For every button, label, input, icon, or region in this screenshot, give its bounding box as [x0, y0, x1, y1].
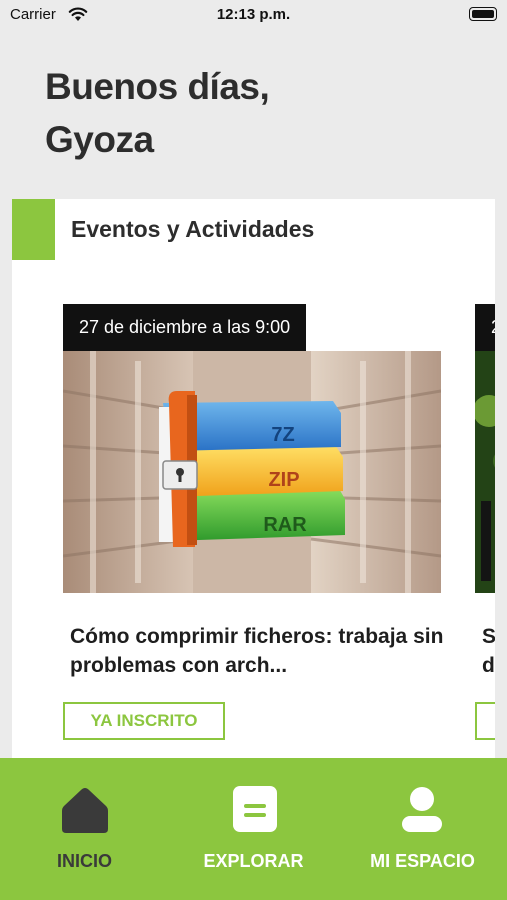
event-image	[475, 351, 495, 593]
nav-item-explorar[interactable]: EXPLORAR	[169, 758, 338, 900]
status-bar: Carrier 12:13 p.m.	[0, 0, 507, 32]
explore-icon	[233, 786, 277, 832]
event-image-partial	[475, 351, 495, 593]
compressed-files-illustration: RAR ZIP 7Z	[63, 351, 441, 593]
nav-item-mi-espacio[interactable]: MI ESPACIO	[338, 758, 507, 900]
nav-label: INICIO	[56, 851, 112, 871]
section-accent	[12, 199, 55, 260]
nav-label: EXPLORAR	[203, 851, 304, 871]
events-card: Eventos y Actividades 27 de diciembre a …	[12, 199, 495, 760]
event-image: RAR ZIP 7Z	[63, 351, 441, 593]
enrolled-button[interactable]: YA INSCRITO	[63, 702, 225, 740]
zip-label: ZIP	[268, 469, 299, 491]
event-date: 2	[475, 304, 495, 351]
event-title: Cómo comprimir ficheros: trabaja sin pro…	[70, 625, 444, 677]
home-icon	[62, 788, 108, 833]
greeting-line: Buenos días,	[45, 66, 270, 107]
event-button[interactable]	[475, 702, 495, 740]
battery-icon	[469, 7, 497, 21]
nav-item-inicio[interactable]: INICIO	[0, 758, 169, 900]
user-icon	[402, 787, 442, 832]
rar-label: RAR	[263, 514, 307, 536]
greeting: Buenos días, Gyoza	[45, 60, 270, 166]
event-date: 27 de diciembre a las 9:00	[63, 304, 307, 351]
section-title: Eventos y Actividades	[71, 216, 315, 242]
clock: 12:13 p.m.	[216, 6, 291, 23]
event-title: S d	[482, 625, 495, 677]
bottom-nav: INICIO EXPLORAR MI ESPACIO	[0, 758, 507, 900]
7z-label: 7Z	[271, 424, 294, 446]
nav-label: MI ESPACIO	[370, 851, 475, 871]
user-name: Gyoza	[45, 119, 154, 160]
